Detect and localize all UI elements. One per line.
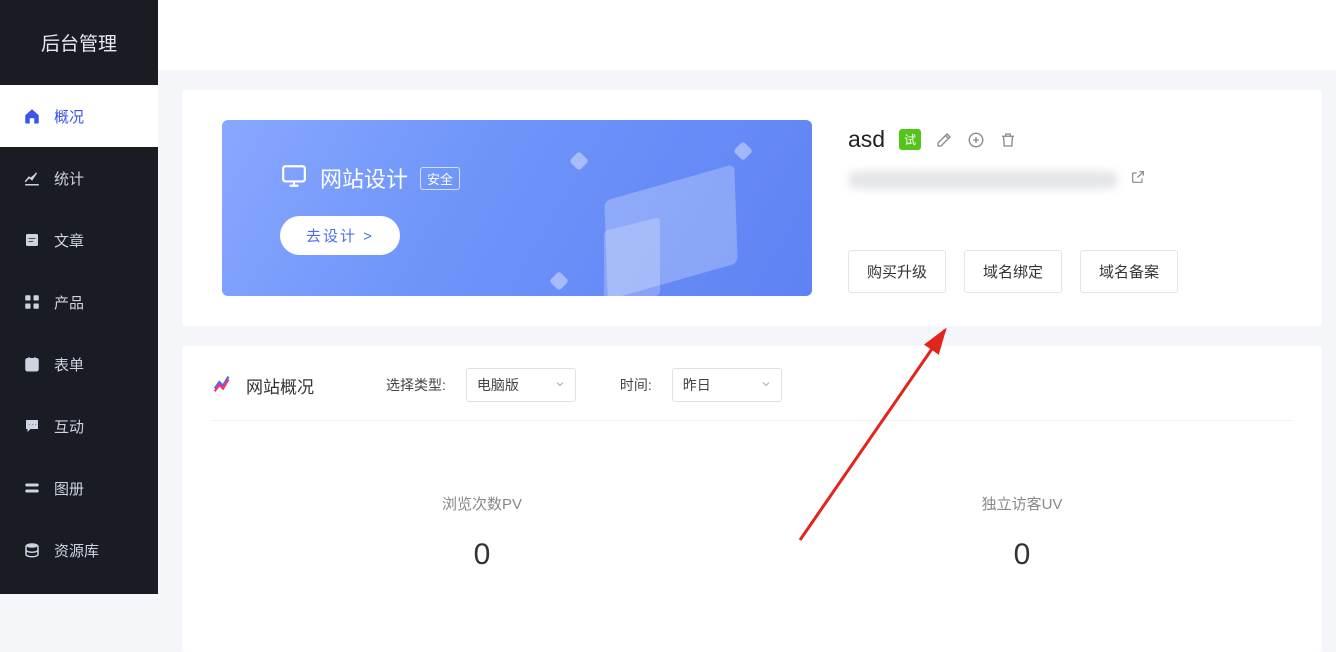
article-icon (22, 230, 42, 250)
time-label: 时间: (620, 375, 652, 395)
sidebar-menu: 概况 统计 文章 产品 表单 互动 图册 资源库 (0, 85, 158, 581)
sidebar-item-form[interactable]: 表单 (0, 333, 158, 395)
sidebar-item-overview[interactable]: 概况 (0, 85, 158, 147)
type-select-value: 电脑版 (477, 375, 519, 395)
stat-pv-label: 浏览次数PV (212, 493, 752, 514)
site-url-blurred (848, 171, 1118, 189)
external-link-icon[interactable] (1130, 169, 1146, 190)
site-card: 网站设计 安全 去设计 > asd 试 (182, 90, 1322, 326)
sidebar-item-label: 资源库 (54, 540, 99, 561)
album-icon (22, 478, 42, 498)
sidebar-item-label: 文章 (54, 230, 84, 251)
type-label: 选择类型: (386, 375, 446, 395)
stats-icon (22, 168, 42, 188)
sidebar-item-article[interactable]: 文章 (0, 209, 158, 271)
main-content: 网站设计 安全 去设计 > asd 试 (158, 0, 1336, 594)
banner-decoration (576, 134, 776, 296)
monitor-icon (280, 163, 308, 194)
stat-pv: 浏览次数PV 0 (212, 493, 752, 572)
stat-pv-value: 0 (212, 538, 752, 572)
product-icon (22, 292, 42, 312)
stat-uv-value: 0 (752, 538, 1292, 572)
sidebar-item-label: 表单 (54, 354, 84, 375)
time-select-value: 昨日 (683, 375, 711, 395)
go-design-button[interactable]: 去设计 > (280, 216, 400, 255)
chevron-down-icon (554, 377, 566, 393)
form-icon (22, 354, 42, 374)
chevron-down-icon (760, 377, 772, 393)
banner-title: 网站设计 (320, 162, 408, 194)
buy-upgrade-button[interactable]: 购买升级 (848, 250, 946, 293)
sidebar-item-label: 产品 (54, 292, 84, 313)
sidebar-item-label: 图册 (54, 478, 84, 499)
domain-bind-button[interactable]: 域名绑定 (964, 250, 1062, 293)
domain-record-button[interactable]: 域名备案 (1080, 250, 1178, 293)
chart-icon (212, 372, 234, 399)
site-name: asd (848, 126, 885, 153)
trial-badge: 试 (899, 129, 921, 150)
time-select[interactable]: 昨日 (672, 368, 782, 402)
edit-icon[interactable] (935, 131, 953, 149)
sidebar-item-interact[interactable]: 互动 (0, 395, 158, 457)
chat-icon (22, 416, 42, 436)
sidebar: 后台管理 概况 统计 文章 产品 表单 互动 图册 (0, 0, 158, 594)
banner-tag: 安全 (420, 167, 460, 190)
overview-title: 网站概况 (246, 373, 314, 398)
sidebar-item-label: 互动 (54, 416, 84, 437)
sidebar-item-album[interactable]: 图册 (0, 457, 158, 519)
design-banner: 网站设计 安全 去设计 > (222, 120, 812, 296)
type-select[interactable]: 电脑版 (466, 368, 576, 402)
delete-icon[interactable] (999, 131, 1017, 149)
overview-card: 网站概况 选择类型: 电脑版 时间: 昨日 浏览次数PV 0 独立访客 (182, 346, 1322, 652)
sidebar-item-stats[interactable]: 统计 (0, 147, 158, 209)
add-icon[interactable] (967, 131, 985, 149)
stat-uv-label: 独立访客UV (752, 493, 1292, 514)
library-icon (22, 540, 42, 560)
sidebar-item-label: 概况 (54, 106, 84, 127)
sidebar-title: 后台管理 (0, 0, 158, 85)
sidebar-item-library[interactable]: 资源库 (0, 519, 158, 581)
topbar (158, 0, 1336, 70)
sidebar-item-label: 统计 (54, 168, 84, 189)
sidebar-item-product[interactable]: 产品 (0, 271, 158, 333)
home-icon (22, 106, 42, 126)
stat-uv: 独立访客UV 0 (752, 493, 1292, 572)
site-info: asd 试 购买升级 域名绑定 域名备案 (848, 120, 1282, 293)
